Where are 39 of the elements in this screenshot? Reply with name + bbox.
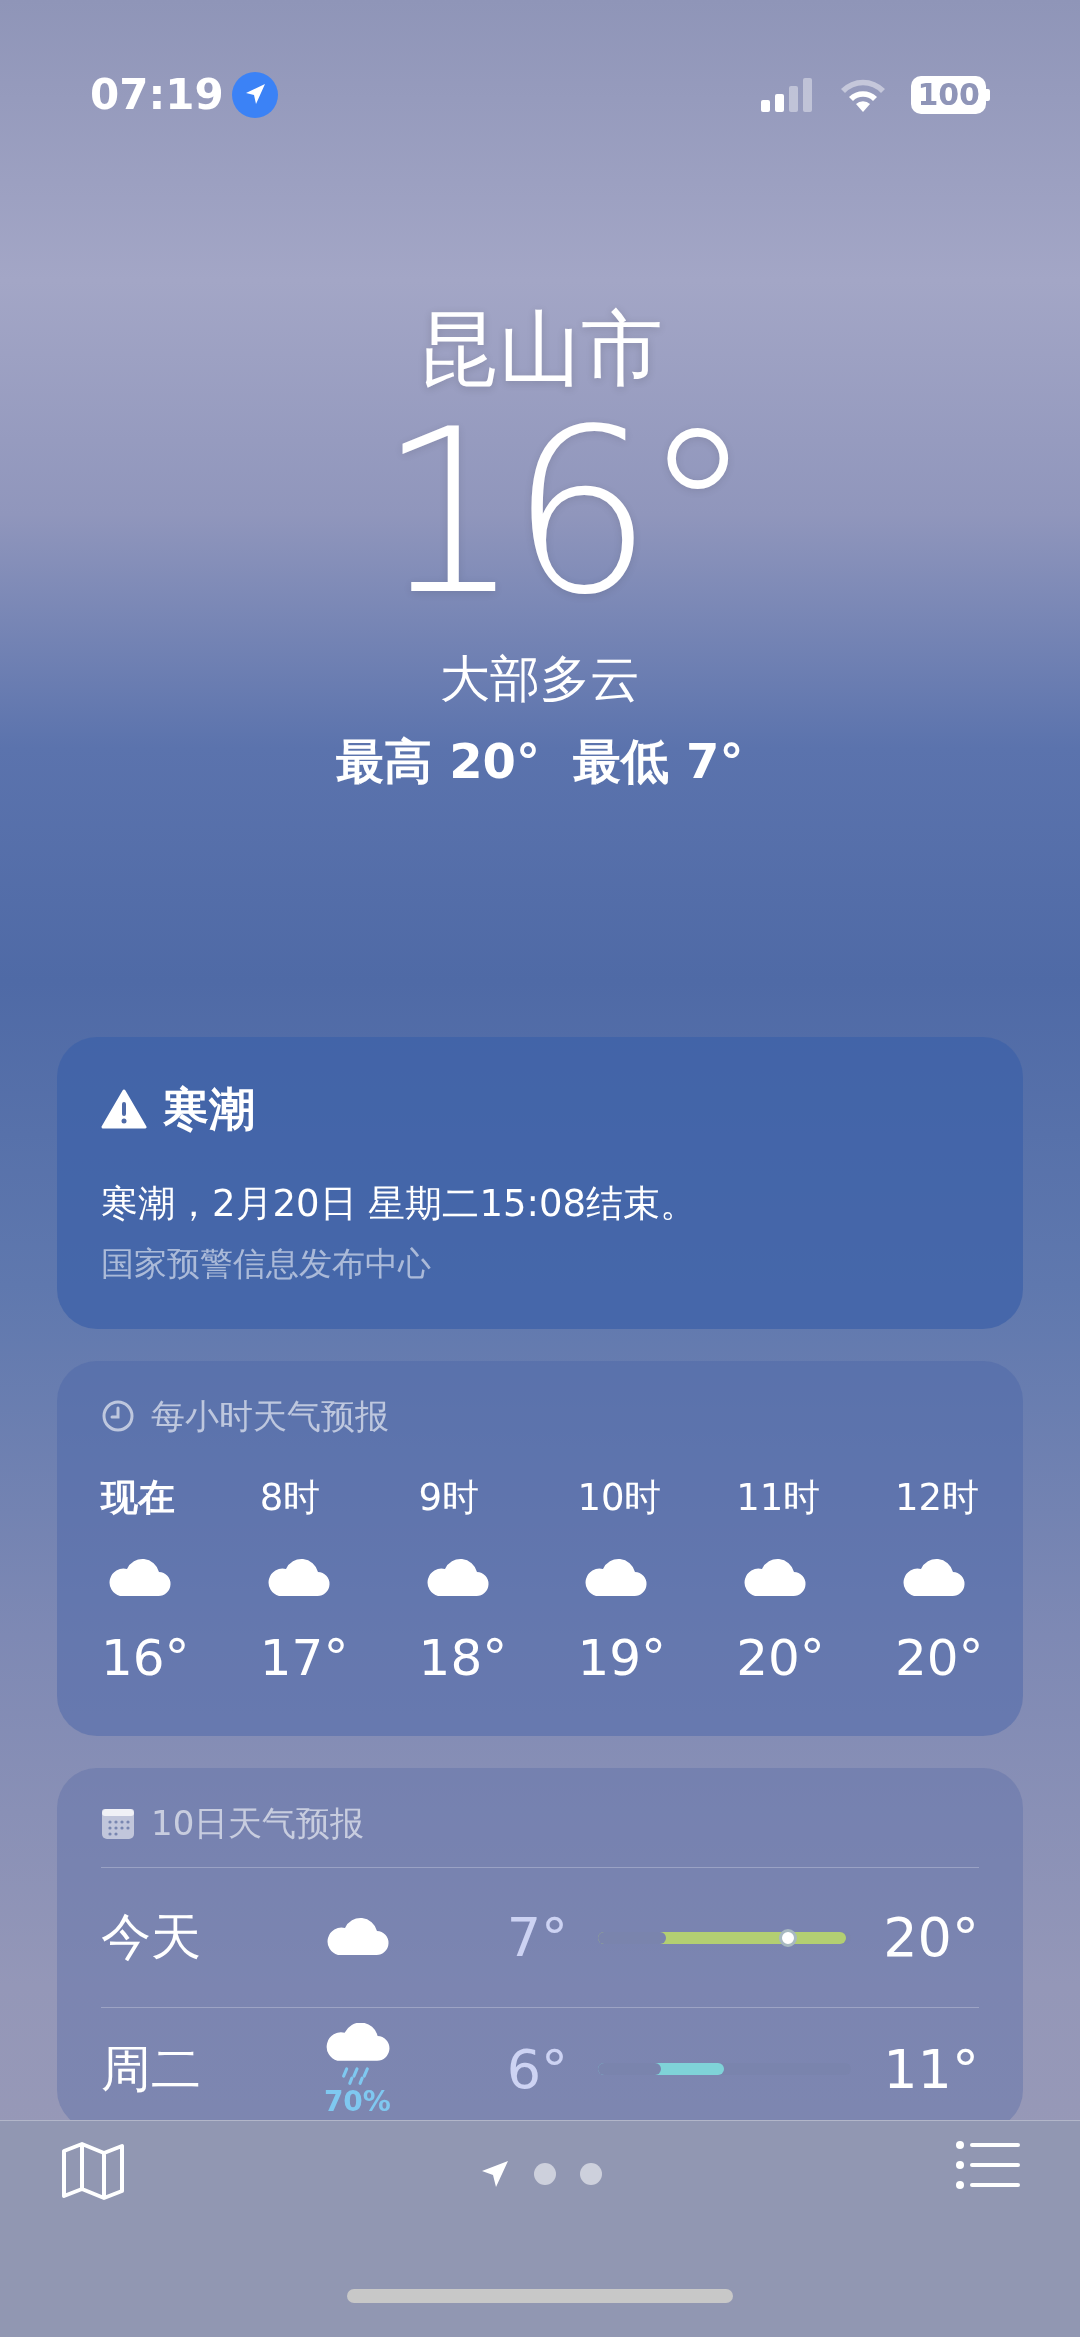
wifi-icon <box>839 77 888 112</box>
clock-icon <box>101 1399 135 1434</box>
city-name: 昆山市 <box>416 304 664 395</box>
page-dot[interactable] <box>580 2163 602 2185</box>
weather-condition: 大部多云 <box>440 649 640 708</box>
time-text: 07:19 <box>90 69 224 122</box>
hourly-temperature: 20° <box>895 1628 984 1690</box>
hourly-temperature: 18° <box>418 1628 508 1690</box>
low-temperature: 6° <box>505 2036 569 2103</box>
alert-message: 寒潮，2月20日 星期二15:08结束。 <box>101 1181 697 1225</box>
page-dot[interactable] <box>534 2163 556 2185</box>
low-temperature: 7° <box>505 1905 569 1972</box>
warning-icon <box>101 1089 147 1130</box>
alert-source: 国家预警信息发布中心 <box>101 1244 431 1284</box>
hourly-temperature: 19° <box>577 1628 666 1690</box>
hour-label: 9时 <box>418 1474 480 1521</box>
hourly-temperature: 17° <box>259 1628 349 1690</box>
map-icon[interactable] <box>60 2141 126 2201</box>
hour-label: 8时 <box>259 1474 321 1521</box>
hour-label: 12时 <box>895 1474 980 1521</box>
battery-icon: 100 <box>911 75 986 114</box>
day-label: 周二 <box>101 2038 202 2100</box>
hour-label: 10时 <box>577 1474 662 1521</box>
hour-label: 11时 <box>736 1474 821 1521</box>
hourly-temperature: 20° <box>736 1628 825 1690</box>
current-temperature: 16° <box>377 394 743 632</box>
high-low-temperature: 最高 20° 最低 7° <box>336 732 744 789</box>
section-title: 10日天气预报 <box>151 1802 365 1846</box>
list-icon[interactable] <box>956 2141 1020 2189</box>
precipitation-chance: 70% <box>323 2087 391 2116</box>
location-arrow-icon[interactable] <box>480 2159 510 2189</box>
hourly-temperature: 16° <box>101 1628 190 1690</box>
calendar-icon <box>101 1807 135 1840</box>
day-label: 今天 <box>101 1907 202 1969</box>
hour-label: 现在 <box>101 1474 175 1521</box>
section-title: 每小时天气预报 <box>151 1394 389 1438</box>
high-temperature: 11° <box>882 2036 979 2103</box>
high-temperature: 20° <box>882 1905 979 1972</box>
alert-title: 寒潮 <box>163 1080 255 1138</box>
